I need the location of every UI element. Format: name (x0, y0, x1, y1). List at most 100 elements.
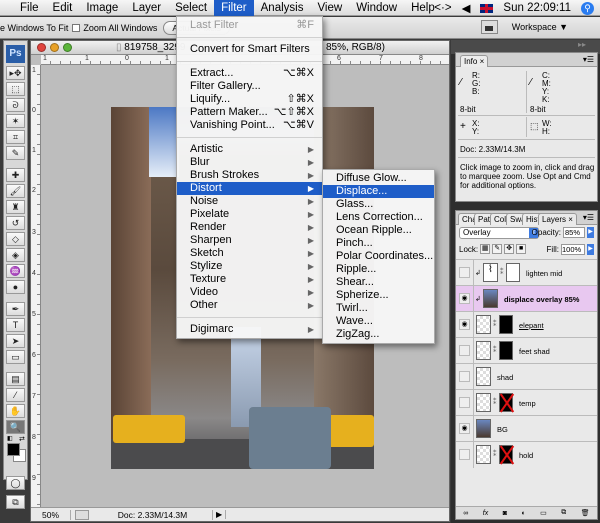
expand-dock-icon[interactable]: ▸▸ (578, 40, 586, 49)
type-tool[interactable]: T (6, 318, 25, 332)
adjustment-layer-icon[interactable]: ◐ (521, 510, 525, 517)
menu-item-brush-strokes[interactable]: Brush Strokes ▶ (177, 169, 322, 182)
menu-window[interactable]: Window (349, 0, 404, 16)
layer-mask-thumbnail[interactable] (499, 445, 513, 464)
history-brush-tool[interactable]: ↺ (6, 216, 25, 230)
layer-mask-thumbnail[interactable] (499, 341, 513, 360)
apple-menu-icon[interactable] (0, 0, 13, 16)
new-layer-icon[interactable]: ⧉ (561, 509, 566, 517)
default-colors-icon[interactable]: ◧ (7, 435, 13, 442)
panel-menu-icon[interactable]: ▾☰ (583, 55, 594, 64)
layer-row[interactable]: ◉ ⁑ elepant (456, 311, 597, 338)
menu-file[interactable]: File (13, 0, 46, 16)
uk-flag-icon[interactable] (480, 3, 494, 13)
menu-item-last-filter[interactable]: Last Filter ⌘F (177, 19, 322, 32)
crop-tool[interactable]: ⌗ (6, 130, 25, 144)
clone-stamp-tool[interactable]: ♜ (6, 200, 25, 214)
submenu-item-glass[interactable]: Glass... (323, 198, 434, 211)
hand-tool[interactable]: ✋ (6, 404, 25, 418)
menu-filter[interactable]: Filter (214, 0, 254, 16)
menu-item-blur[interactable]: Blur ▶ (177, 156, 322, 169)
menu-item-convert-for-smart-filters[interactable]: Convert for Smart Filters (177, 43, 322, 56)
eye-icon[interactable]: ◉ (459, 319, 470, 330)
eyedropper-tool[interactable]: ⁄ (6, 388, 25, 402)
marquee-tool[interactable]: ⬚ (6, 82, 25, 96)
mask-link-icon[interactable]: ⁑ (493, 398, 497, 406)
workspace-menu[interactable]: Workspace ▼ (512, 22, 568, 32)
path-selection-tool[interactable]: ➤ (6, 334, 25, 348)
menu-item-sketch[interactable]: Sketch ▶ (177, 247, 322, 260)
menu-select[interactable]: Select (168, 0, 214, 16)
menu-item-liquify[interactable]: Liquify... ⇧⌘X (177, 93, 322, 106)
shape-tool[interactable]: ▭ (6, 350, 25, 364)
pen-tool[interactable]: ✒ (6, 302, 25, 316)
menu-item-pattern-maker[interactable]: Pattern Maker... ⌥⇧⌘X (177, 106, 322, 119)
vertical-ruler[interactable]: 1 0 1 2 3 4 5 6 7 8 9 (31, 65, 41, 507)
layer-mask-thumbnail[interactable] (506, 263, 520, 282)
panel-menu-icon[interactable]: ▾☰ (583, 213, 594, 222)
layer-row[interactable]: ⁑ feet shad (456, 337, 597, 364)
menu-analysis[interactable]: Analysis (254, 0, 311, 16)
menu-item-render[interactable]: Render ▶ (177, 221, 322, 234)
paint-bucket-tool[interactable]: ◈ (6, 248, 25, 262)
mask-link-icon[interactable]: ⁑ (500, 268, 504, 276)
eye-icon[interactable]: ◉ (459, 293, 470, 304)
submenu-item-twirl[interactable]: Twirl... (323, 302, 434, 315)
zoom-tool[interactable]: 🔍 (6, 420, 25, 434)
layer-row[interactable]: ⁑ hold (456, 441, 597, 468)
menu-layer[interactable]: Layer (125, 0, 168, 16)
submenu-item-polar-coordinates[interactable]: Polar Coordinates... (323, 250, 434, 263)
slice-tool[interactable]: ✎ (6, 146, 25, 160)
trash-icon[interactable]: 🗑 (581, 509, 590, 517)
mask-link-icon[interactable]: ⁑ (493, 320, 497, 328)
notes-tool[interactable]: ▤ (6, 372, 25, 386)
menu-item-texture[interactable]: Texture ▶ (177, 273, 322, 286)
fill-field[interactable]: 100% (561, 244, 585, 255)
tab-layers[interactable]: Layers × (538, 213, 577, 225)
move-tool[interactable]: ▸✥ (6, 66, 25, 80)
layer-row[interactable]: ◉ BG (456, 415, 597, 442)
menu-item-vanishing-point[interactable]: Vanishing Point... ⌥⌘V (177, 119, 322, 132)
visibility-toggle[interactable] (459, 345, 470, 356)
dodge-tool[interactable]: ● (6, 280, 25, 294)
healing-brush-tool[interactable]: ✚ (6, 168, 25, 182)
layer-row[interactable]: ⁑ temp (456, 389, 597, 416)
submenu-item-shear[interactable]: Shear... (323, 276, 434, 289)
link-layers-icon[interactable]: ∞ (463, 510, 468, 517)
submenu-item-zigzag[interactable]: ZigZag... (323, 328, 434, 341)
layer-mask-thumbnail[interactable] (499, 315, 513, 334)
blend-mode-select[interactable]: Overlay ⇕ (459, 227, 539, 239)
tab-info[interactable]: Info × (460, 55, 489, 67)
zoom-all-windows-checkbox[interactable] (72, 23, 81, 32)
layer-row[interactable]: ◉ ↲ displace overlay 85% (456, 285, 597, 312)
menu-edit[interactable]: Edit (46, 0, 80, 16)
brush-tool[interactable]: 🖌 (6, 184, 25, 198)
zoom-window-button[interactable] (63, 43, 72, 52)
visibility-toggle[interactable] (459, 397, 470, 408)
menu-item-other[interactable]: Other ▶ (177, 299, 322, 312)
magic-wand-tool[interactable]: ✶ (6, 114, 25, 128)
volume-icon[interactable]: ◀ (462, 1, 471, 15)
menu-item-sharpen[interactable]: Sharpen ▶ (177, 234, 322, 247)
minimize-window-button[interactable] (50, 43, 59, 52)
mask-link-icon[interactable]: ⁑ (493, 450, 497, 458)
submenu-item-spherize[interactable]: Spherize... (323, 289, 434, 302)
lock-transparency-icon[interactable]: ▦ (480, 244, 491, 254)
photoshop-logo[interactable]: Ps (6, 45, 25, 63)
visibility-toggle[interactable] (459, 267, 470, 278)
close-window-button[interactable] (37, 43, 46, 52)
submenu-item-wave[interactable]: Wave... (323, 315, 434, 328)
screen-mode-button[interactable]: ⧉ (6, 495, 25, 509)
submenu-item-displace[interactable]: Displace... (323, 185, 434, 198)
layer-row[interactable]: ↲ ⌇ ⁑ lighten mid (456, 259, 597, 286)
menu-item-stylize[interactable]: Stylize ▶ (177, 260, 322, 273)
zoom-level-field[interactable]: 50% (31, 509, 71, 520)
status-preview-icon[interactable] (75, 509, 89, 520)
layer-row[interactable]: shad (456, 363, 597, 390)
blur-tool[interactable]: ♒ (6, 264, 25, 278)
spotlight-icon[interactable]: ⚲ (581, 1, 594, 15)
menu-item-distort[interactable]: Distort ▶ (177, 182, 322, 195)
layer-mask-thumbnail[interactable] (499, 393, 513, 412)
opacity-field[interactable]: 85% (563, 227, 585, 238)
lock-pixels-icon[interactable]: ✎ (492, 244, 503, 254)
